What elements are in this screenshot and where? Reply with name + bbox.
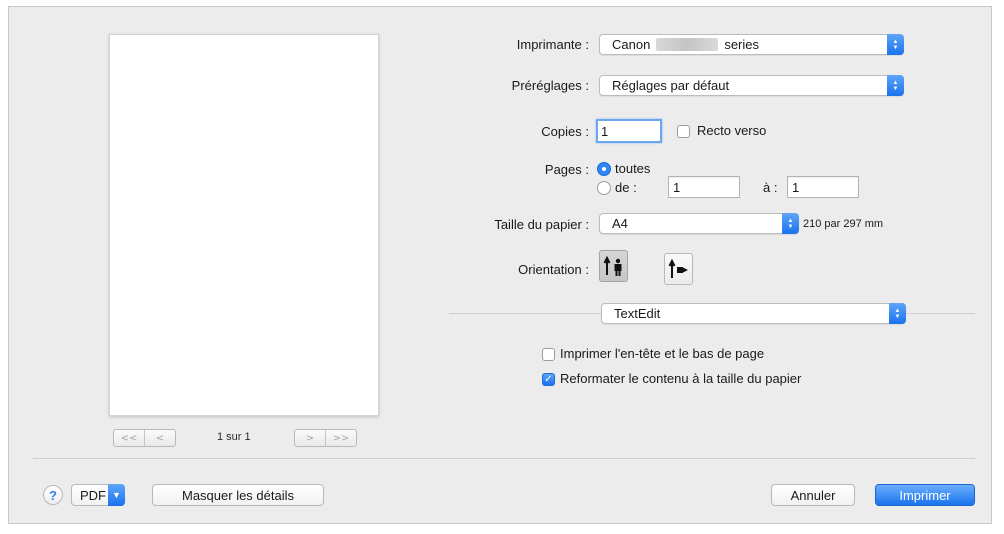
pages-to-value: 1 [792, 179, 800, 195]
rewrap-label: Reformater le contenu à la taille du pap… [560, 371, 802, 386]
paper-size-label: Taille du papier : [494, 217, 589, 232]
presets-select[interactable]: Réglages par défaut ▲ ▼ [599, 75, 904, 96]
pages-all-radio[interactable] [597, 162, 611, 176]
stepper-arrows-icon: ▲ ▼ [887, 75, 904, 96]
copies-label: Copies : [541, 124, 589, 139]
print-button[interactable]: Imprimer [875, 484, 975, 506]
previous-page-button[interactable]: < [144, 430, 175, 446]
next-page-button[interactable]: > [295, 430, 325, 446]
pdf-menu-button[interactable]: PDF ▼ [71, 484, 125, 506]
hide-details-button[interactable]: Masquer les détails [152, 484, 324, 506]
help-icon: ? [49, 487, 57, 503]
orientation-landscape-button[interactable] [664, 253, 693, 285]
duplex-checkbox[interactable] [677, 125, 690, 138]
stepper-arrows-icon: ▲ ▼ [782, 213, 799, 234]
paper-dimensions: 210 par 297 mm [803, 218, 884, 230]
orientation-portrait-button[interactable] [599, 250, 628, 282]
hide-details-label: Masquer les détails [182, 487, 294, 503]
paper-size-select[interactable]: A4 ▲ ▼ [599, 213, 799, 234]
pages-from-label: de : [615, 180, 637, 195]
page-preview [109, 34, 379, 416]
printer-name-suffix: series [724, 37, 759, 52]
printer-label: Imprimante : [516, 37, 589, 52]
cancel-button[interactable]: Annuler [771, 484, 855, 506]
paper-size-value: A4 [612, 216, 628, 231]
printer-select[interactable]: Canon series ▲ ▼ [599, 34, 904, 55]
presets-label: Préréglages : [511, 78, 589, 93]
stepper-arrows-icon: ▲ ▼ [889, 303, 906, 324]
pages-from-value: 1 [673, 179, 681, 195]
portrait-icon [603, 255, 621, 276]
app-settings-select[interactable]: TextEdit ▲ ▼ [601, 303, 906, 324]
copies-value: 1 [601, 123, 609, 139]
rewrap-checkbox[interactable]: ✓ [542, 373, 555, 386]
redacted-model [656, 38, 719, 51]
preview-nav-back-group: << < [113, 429, 176, 447]
cancel-label: Annuler [790, 487, 836, 503]
footer-divider [33, 458, 975, 459]
presets-value: Réglages par défaut [612, 78, 730, 93]
pages-to-label: à : [763, 180, 778, 195]
print-label: Imprimer [899, 487, 951, 503]
landscape-icon [668, 258, 688, 278]
pdf-label: PDF [80, 487, 106, 503]
pages-range-radio[interactable] [597, 181, 611, 195]
first-page-button[interactable]: << [114, 430, 144, 446]
stepper-arrows-icon: ▲ ▼ [887, 34, 904, 55]
chevron-down-icon: ▼ [108, 484, 125, 506]
duplex-label: Recto verso [697, 123, 767, 138]
header-footer-label: Imprimer l'en-tête et le bas de page [560, 346, 765, 361]
preview-nav-forward-group: > >> [294, 429, 357, 447]
pages-from-field[interactable]: 1 [668, 176, 740, 198]
print-dialog: << < 1 sur 1 > >> Imprimante : Canon ser… [8, 6, 992, 524]
pages-to-field[interactable]: 1 [787, 176, 859, 198]
copies-field[interactable]: 1 [596, 119, 662, 143]
pages-label: Pages : [544, 162, 589, 177]
orientation-label: Orientation : [518, 262, 589, 277]
last-page-button[interactable]: >> [325, 430, 356, 446]
pages-all-label: toutes [615, 161, 651, 176]
app-settings-value: TextEdit [614, 306, 661, 321]
header-footer-checkbox[interactable] [542, 348, 555, 361]
help-button[interactable]: ? [43, 485, 63, 505]
printer-name-prefix: Canon [612, 37, 651, 52]
page-counter: 1 sur 1 [217, 431, 251, 443]
